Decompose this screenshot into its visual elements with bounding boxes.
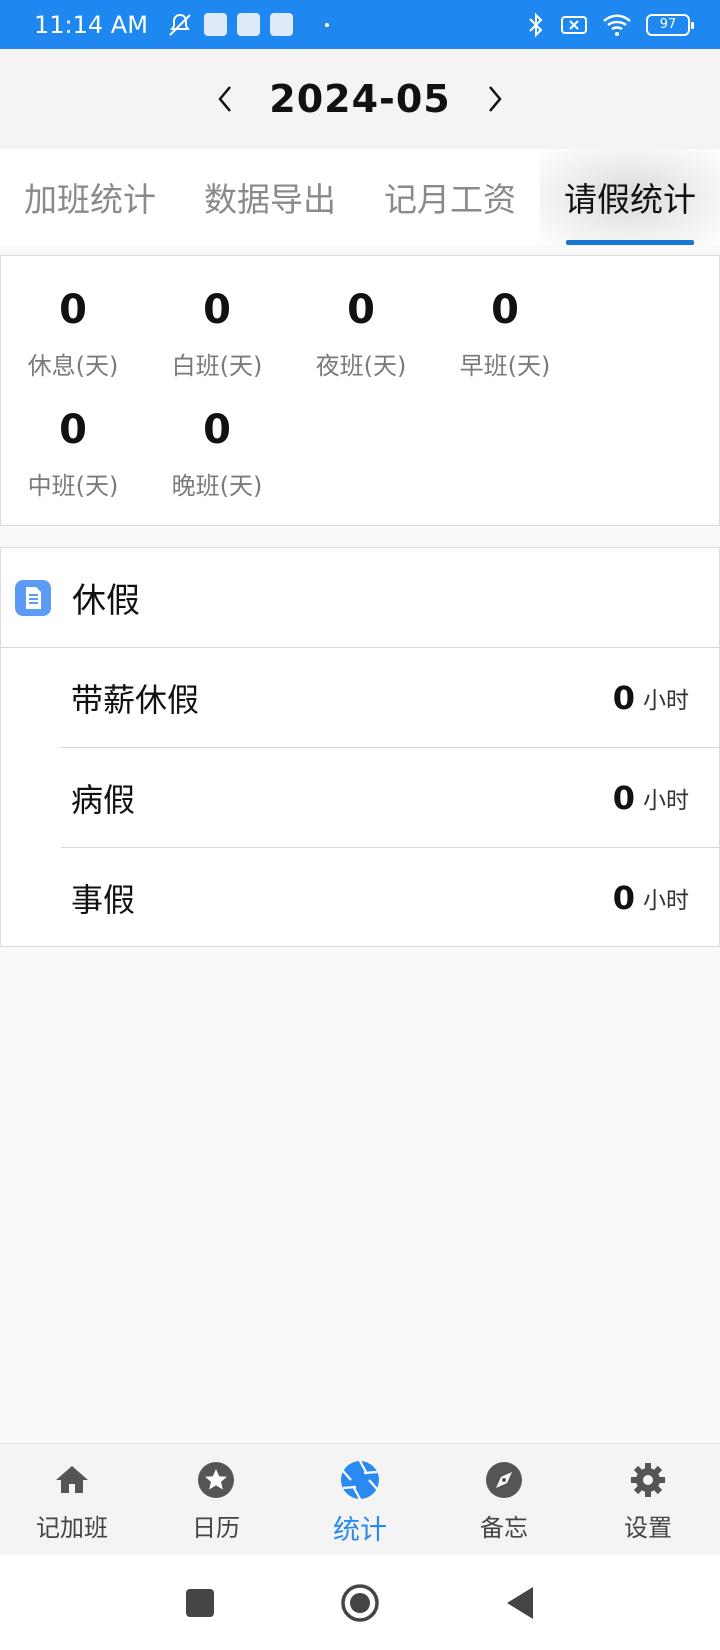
stat-label: 早班(天) (459, 352, 551, 380)
month-title: 2024-05 (269, 77, 451, 121)
leave-header: 休假 (1, 548, 719, 648)
wifi-icon (603, 14, 631, 36)
chevron-left-icon (218, 86, 232, 112)
stat-rest: 0 休息(天) (1, 286, 145, 402)
star-icon (198, 1462, 234, 1498)
leave-row-sick[interactable]: 病假 0 小时 (61, 748, 719, 848)
nav-label: 统计 (333, 1515, 387, 1546)
leave-unit: 小时 (643, 888, 689, 914)
stat-label: 中班(天) (27, 471, 119, 500)
leave-row-paid[interactable]: 带薪休假 0 小时 (61, 648, 719, 748)
leave-title: 休假 (72, 581, 140, 621)
tab-overtime-stats[interactable]: 加班统计 (0, 149, 180, 245)
notification-icon (236, 13, 260, 36)
back-button[interactable] (490, 1573, 550, 1633)
month-header: 2024-05 (0, 49, 720, 149)
tab-leave-stats[interactable]: 请假统计 (540, 149, 720, 245)
status-left: 11:14 AM (34, 11, 329, 39)
leave-row-personal[interactable]: 事假 0 小时 (61, 848, 719, 948)
leave-value: 0 (612, 879, 635, 917)
nav-label: 备忘 (480, 1514, 528, 1542)
leave-value: 0 (612, 778, 635, 817)
nav-label: 日历 (192, 1514, 240, 1542)
shift-stats-card: 0 休息(天) 0 白班(天) 0 夜班(天) 0 早班(天) 0 中班(天) … (0, 255, 720, 526)
prev-month-button[interactable] (215, 84, 235, 114)
stat-value: 0 (347, 287, 375, 333)
stat-label: 晚班(天) (171, 471, 263, 500)
more-notifications-icon (324, 22, 329, 27)
leave-card: 休假 带薪休假 0 小时 病假 0 小时 事假 0 小时 (0, 547, 720, 947)
stat-day-shift: 0 白班(天) (145, 286, 289, 402)
status-bar: 11:14 AM 97 (0, 0, 720, 49)
stat-value: 0 (203, 406, 231, 453)
nav-overtime[interactable]: 记加班 (0, 1444, 144, 1555)
chevron-right-icon (488, 86, 502, 112)
leave-value: 0 (612, 678, 635, 717)
stat-early-shift: 0 早班(天) (433, 286, 577, 402)
status-right: 97 (526, 12, 694, 38)
tab-monthly-salary[interactable]: 记月工资 (360, 149, 540, 245)
leave-name: 带薪休假 (71, 680, 200, 719)
stat-mid-shift: 0 中班(天) (1, 406, 145, 522)
status-time: 11:14 AM (34, 10, 148, 39)
square-icon (186, 1588, 214, 1617)
stat-late-shift: 0 晚班(天) (145, 406, 289, 522)
next-month-button[interactable] (485, 84, 505, 114)
stat-value: 0 (203, 287, 231, 333)
recent-apps-button[interactable] (170, 1573, 230, 1633)
triangle-back-icon (507, 1586, 533, 1619)
leave-unit: 小时 (643, 787, 689, 814)
aperture-icon (341, 1460, 379, 1500)
leave-name: 事假 (71, 881, 136, 919)
document-icon (15, 579, 51, 616)
tab-data-export[interactable]: 数据导出 (180, 149, 360, 245)
no-sim-icon (561, 15, 587, 34)
stat-value: 0 (491, 287, 519, 333)
nav-label: 设置 (624, 1514, 672, 1542)
stat-label: 夜班(天) (315, 352, 407, 380)
notification-icon (269, 13, 293, 36)
stat-label: 白班(天) (171, 352, 263, 380)
nav-label: 记加班 (36, 1514, 108, 1542)
bottom-nav: 记加班 日历 统计 备忘 设置 (0, 1443, 720, 1555)
system-nav-bar (0, 1555, 720, 1650)
nav-memo[interactable]: 备忘 (432, 1444, 576, 1555)
compass-icon (486, 1462, 522, 1498)
battery-icon: 97 (646, 13, 694, 36)
nav-settings[interactable]: 设置 (576, 1444, 720, 1555)
leave-name: 病假 (71, 780, 136, 819)
tab-bar: 加班统计 数据导出 记月工资 请假统计 (0, 149, 720, 245)
bluetooth-icon (529, 12, 543, 37)
circle-icon (341, 1583, 379, 1622)
stat-value: 0 (59, 287, 87, 333)
nav-statistics[interactable]: 统计 (288, 1444, 432, 1555)
leave-unit: 小时 (643, 687, 689, 714)
notification-icon (203, 13, 227, 36)
home-button[interactable] (330, 1573, 390, 1633)
stat-night-shift: 0 夜班(天) (289, 286, 433, 402)
nav-calendar[interactable]: 日历 (144, 1444, 288, 1555)
stat-value: 0 (59, 406, 87, 453)
home-icon (56, 1466, 88, 1493)
mute-icon (169, 13, 191, 36)
gear-icon (631, 1463, 665, 1497)
stat-label: 休息(天) (27, 352, 119, 380)
